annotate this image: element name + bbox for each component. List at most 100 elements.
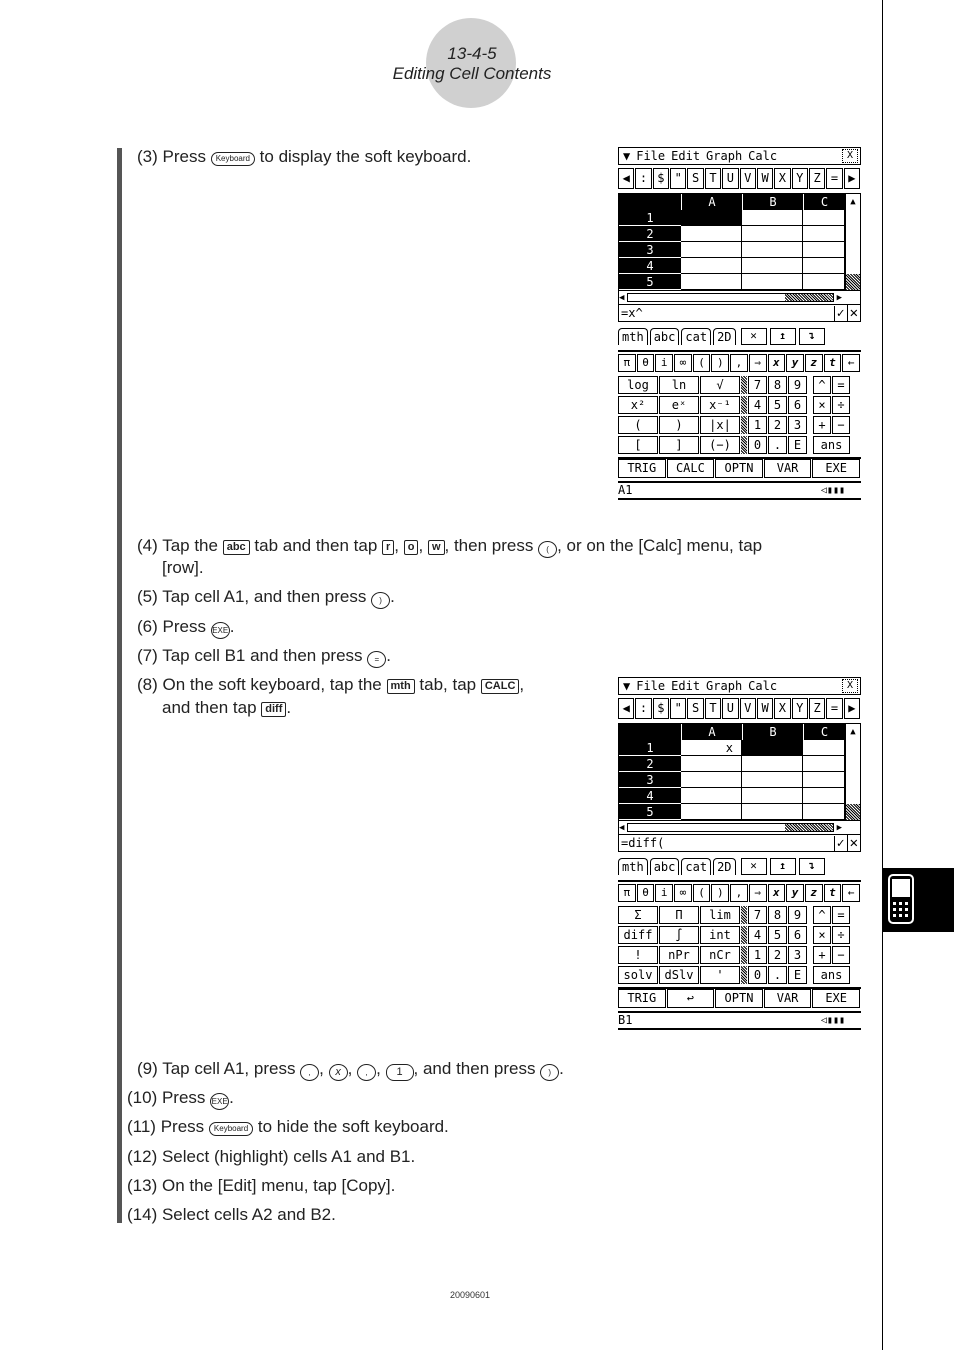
cell-c4[interactable] [803, 788, 845, 804]
char-key[interactable]: ▶ [843, 698, 861, 719]
keyboard-tab-button[interactable]: ↴ [798, 328, 825, 345]
char-key[interactable]: $ [652, 698, 670, 719]
keypad-key[interactable]: √ [700, 376, 740, 394]
char-key[interactable]: ◀ [618, 698, 635, 719]
menu-graph[interactable]: Graph [706, 679, 742, 693]
cell-a4[interactable] [681, 788, 742, 804]
keypad-key[interactable]: 9 [788, 376, 807, 394]
tab-2d[interactable]: 2D [713, 328, 736, 345]
close-button[interactable]: X [842, 149, 858, 163]
cell-c4[interactable] [803, 258, 845, 274]
symbol-key[interactable]: ⇒ [748, 884, 767, 902]
char-key[interactable]: " [670, 698, 687, 719]
tab-2d[interactable]: 2D [713, 858, 736, 875]
keypad-key[interactable]: eˣ [659, 396, 699, 414]
keypad-key[interactable]: Π [659, 906, 699, 924]
keypad-key[interactable]: × [813, 396, 831, 414]
keypad-key[interactable]: solv [618, 966, 658, 984]
menu-graph[interactable]: Graph [706, 149, 742, 163]
char-key[interactable]: S [687, 698, 704, 719]
entry-input[interactable]: =diff( [621, 836, 664, 850]
row-header[interactable]: 1 [619, 210, 681, 226]
keypad-key[interactable]: x² [618, 396, 658, 414]
horizontal-scrollbar[interactable]: ◀ ▶ [619, 820, 860, 834]
cell-a5[interactable] [681, 274, 742, 290]
function-key[interactable]: CALC [666, 459, 715, 478]
char-key[interactable]: V [739, 168, 756, 189]
char-key[interactable]: U [722, 698, 739, 719]
keypad-key[interactable]: lim [700, 906, 740, 924]
vertical-scrollbar[interactable] [845, 740, 860, 756]
row-header[interactable]: 3 [619, 772, 681, 788]
char-key[interactable]: ▶ [843, 168, 861, 189]
column-header[interactable]: A [681, 194, 742, 210]
scroll-left-icon[interactable]: ◀ [619, 823, 624, 833]
keypad-key[interactable]: ∫ [659, 926, 699, 944]
char-key[interactable]: W [756, 168, 774, 189]
symbol-key[interactable]: t [823, 884, 842, 902]
column-header[interactable]: A [681, 724, 742, 740]
vertical-scrollbar[interactable] [845, 242, 860, 258]
keypad-key[interactable]: log [618, 376, 658, 394]
row-header[interactable]: 4 [619, 258, 681, 274]
symbol-key[interactable]: i [655, 884, 674, 902]
keypad-key[interactable]: int [700, 926, 740, 944]
entry-input[interactable]: =x^ [621, 306, 643, 320]
row-header[interactable]: 5 [619, 804, 681, 820]
keyboard-tab-button[interactable]: ✕ [740, 858, 767, 875]
keyboard-tab-button[interactable]: ↴ [798, 858, 825, 875]
vertical-scrollbar[interactable] [845, 788, 860, 804]
cell-b2[interactable] [742, 226, 803, 242]
keypad-key[interactable]: × [813, 926, 831, 944]
char-key[interactable]: Y [791, 698, 808, 719]
symbol-key[interactable]: , [730, 354, 748, 372]
symbol-key[interactable]: ← [842, 884, 860, 902]
tab-abc[interactable]: abc [649, 858, 680, 875]
scroll-up-icon[interactable]: ▲ [845, 724, 860, 740]
cell-b3[interactable] [742, 772, 803, 788]
keypad-key[interactable]: [ [618, 436, 658, 454]
function-key[interactable]: OPTN [715, 459, 763, 478]
char-key[interactable]: " [670, 168, 687, 189]
menu-file[interactable]: File [636, 149, 665, 163]
tab-mth[interactable]: mth [618, 328, 648, 345]
row-header[interactable]: 2 [619, 756, 681, 772]
char-key[interactable]: V [739, 698, 756, 719]
keypad-key[interactable]: x⁻¹ [700, 396, 740, 414]
cell-a3[interactable] [681, 242, 742, 258]
cell-c5[interactable] [803, 274, 845, 290]
keypad-key[interactable]: 2 [768, 416, 787, 434]
ok-check-icon[interactable]: ✓ [833, 305, 847, 321]
keypad-key[interactable]: Σ [618, 906, 658, 924]
cell-c5[interactable] [803, 804, 845, 820]
vertical-scrollbar[interactable] [845, 274, 860, 290]
keypad-key[interactable]: 4 [748, 396, 767, 414]
tab-abc[interactable]: abc [649, 328, 680, 345]
char-key[interactable]: Z [808, 698, 826, 719]
scroll-track[interactable] [627, 293, 834, 302]
keyboard-tab-button[interactable]: ↥ [769, 858, 796, 875]
keypad-key[interactable]: = [832, 906, 850, 924]
keypad-key[interactable]: 1 [748, 416, 767, 434]
keypad-key[interactable]: 4 [748, 926, 767, 944]
row-header[interactable]: 3 [619, 242, 681, 258]
char-key[interactable]: = [826, 698, 843, 719]
char-key[interactable]: T [704, 168, 722, 189]
symbol-key[interactable]: t [823, 354, 842, 372]
tab-mth[interactable]: mth [618, 858, 648, 875]
cell-b2[interactable] [742, 756, 803, 772]
keypad-key[interactable]: 7 [748, 906, 767, 924]
keyboard-tab-button[interactable]: ✕ [740, 328, 767, 345]
menu-dropdown-icon[interactable]: ▼ [623, 149, 630, 163]
cell-b1[interactable] [742, 210, 803, 226]
keypad-key[interactable]: + [813, 416, 831, 434]
function-key[interactable]: TRIG [618, 989, 666, 1008]
cell-a2[interactable] [681, 226, 742, 242]
keypad-key[interactable]: . [768, 436, 787, 454]
cell-a5[interactable] [681, 804, 742, 820]
keypad-key[interactable]: E [788, 436, 807, 454]
keypad-key[interactable]: − [832, 946, 850, 964]
menu-file[interactable]: File [636, 679, 665, 693]
keypad-key[interactable]: ( [618, 416, 658, 434]
keypad-key[interactable]: ) [659, 416, 699, 434]
